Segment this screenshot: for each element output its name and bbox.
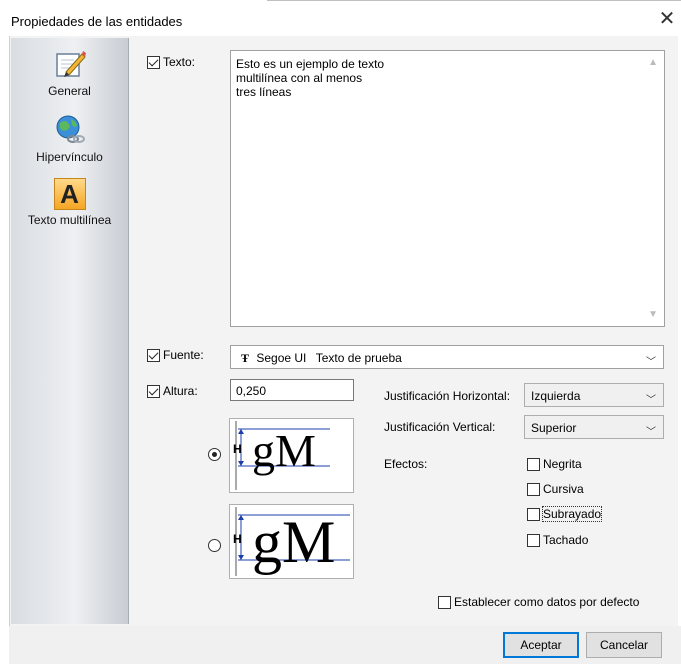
preview-radio-2[interactable] bbox=[208, 539, 221, 552]
svg-text:H: H bbox=[233, 532, 242, 546]
texto-line: tres líneas bbox=[236, 85, 292, 99]
altura-label: Altura: bbox=[163, 384, 198, 398]
sidebar-item-hipervinculo[interactable]: Hipervínculo bbox=[11, 114, 128, 164]
default-label: Establecer como datos por defecto bbox=[454, 595, 640, 609]
svg-text:gM: gM bbox=[252, 509, 335, 575]
font-name: Segoe UI bbox=[256, 351, 307, 365]
altura-checkbox[interactable] bbox=[147, 385, 160, 398]
texto-line: Esto es un ejemplo de texto bbox=[236, 57, 385, 71]
scroll-down-icon[interactable]: ▼ bbox=[648, 309, 658, 320]
preview-small: H gM bbox=[229, 418, 354, 493]
fuente-label: Fuente: bbox=[163, 348, 204, 362]
accept-button[interactable]: Aceptar bbox=[503, 632, 579, 658]
negrita-checkbox[interactable] bbox=[527, 458, 540, 471]
justificacion-vertical-select[interactable]: Superior ﹀ bbox=[524, 415, 664, 439]
tachado-checkbox[interactable] bbox=[527, 534, 540, 547]
pencil-icon bbox=[55, 51, 86, 77]
sidebar: General Hipervínculo A Texto multilínea bbox=[11, 38, 129, 624]
justificacion-horizontal-select[interactable]: Izquierda ﹀ bbox=[524, 383, 664, 407]
cursiva-checkbox[interactable] bbox=[527, 483, 540, 496]
chevron-down-icon: ﹀ bbox=[646, 427, 656, 438]
subrayado-label: Subrayado bbox=[541, 506, 603, 522]
texto-content: Esto es un ejemplo de texto multilínea c… bbox=[236, 57, 384, 99]
truetype-icon: Ŧ bbox=[241, 351, 250, 365]
tachado-label: Tachado bbox=[543, 533, 589, 547]
sidebar-item-label: General bbox=[48, 84, 91, 98]
texto-checkbox[interactable] bbox=[147, 56, 160, 69]
preview-large: H gM bbox=[229, 504, 354, 579]
fuente-checkbox[interactable] bbox=[147, 349, 160, 362]
texto-textarea[interactable]: Esto es un ejemplo de texto multilínea c… bbox=[230, 50, 665, 327]
justificacion-horizontal-label: Justificación Horizontal: bbox=[384, 389, 511, 403]
preview-small-graphic: H gM bbox=[233, 421, 330, 490]
efectos-label: Efectos: bbox=[384, 457, 428, 471]
sidebar-item-label: Texto multilínea bbox=[27, 213, 112, 227]
top-edge bbox=[0, 0, 681, 3]
sidebar-item-label: Hipervínculo bbox=[36, 150, 103, 164]
svg-text:H: H bbox=[233, 442, 242, 456]
subrayado-checkbox[interactable] bbox=[527, 508, 540, 521]
chevron-down-icon: ﹀ bbox=[646, 357, 656, 368]
altura-input[interactable]: 0,250 bbox=[230, 379, 354, 401]
text-a-icon: A bbox=[53, 178, 86, 210]
default-checkbox[interactable] bbox=[438, 596, 451, 609]
sidebar-item-texto-multilinea[interactable]: A Texto multilínea bbox=[11, 178, 128, 227]
preview-radio-1[interactable] bbox=[208, 448, 221, 461]
sidebar-item-general[interactable]: General bbox=[11, 48, 128, 98]
globe-link-icon bbox=[56, 115, 85, 143]
negrita-label: Negrita bbox=[543, 457, 582, 471]
fuente-select[interactable]: Ŧ Segoe UI Texto de prueba ﹀ bbox=[230, 345, 664, 369]
chevron-down-icon: ﹀ bbox=[646, 395, 656, 406]
font-sample: Texto de prueba bbox=[315, 351, 402, 365]
texto-label: Texto: bbox=[163, 55, 196, 69]
preview-large-graphic: H gM bbox=[233, 507, 350, 576]
justificacion-vertical-label: Justificación Vertical: bbox=[384, 420, 496, 434]
scroll-up-icon[interactable]: ▲ bbox=[648, 57, 658, 68]
cancel-button[interactable]: Cancelar bbox=[586, 632, 662, 658]
texto-line: multilínea con al menos bbox=[236, 71, 363, 85]
cursiva-label: Cursiva bbox=[543, 482, 584, 496]
svg-text:gM: gM bbox=[252, 425, 316, 476]
button-bar bbox=[9, 626, 681, 664]
close-button[interactable]: ✕ bbox=[656, 8, 678, 30]
dialog-title: Propiedades de las entidades bbox=[11, 14, 183, 29]
